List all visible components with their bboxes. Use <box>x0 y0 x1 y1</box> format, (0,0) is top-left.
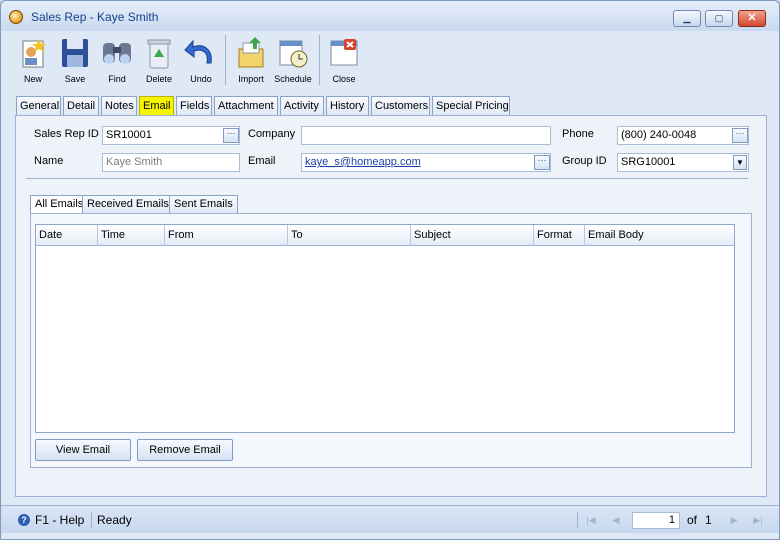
view-email-button[interactable]: View Email <box>35 439 131 461</box>
email-label: Email <box>248 155 276 167</box>
all-emails-panel: Date Time From To Subject Format Email B… <box>30 213 752 468</box>
close-window-button[interactable]: ✕ <box>738 10 766 27</box>
toolbar-separator <box>225 35 226 85</box>
status-text: Ready <box>97 513 132 527</box>
phone-input[interactable]: (800) 240-0048 <box>617 126 749 145</box>
toolbar: New Save Find Delete Undo Import Schedul… <box>11 33 771 91</box>
new-button[interactable]: New <box>11 33 55 87</box>
column-date[interactable]: Date <box>36 225 98 246</box>
company-label: Company <box>248 128 296 140</box>
tab-attachment[interactable]: Attachment <box>214 96 278 116</box>
tab-general[interactable]: General <box>16 96 61 116</box>
name-input[interactable]: Kaye Smith <box>102 153 240 172</box>
tab-notes[interactable]: Notes <box>101 96 137 116</box>
email-panel: Sales Rep ID SR10001 ··· Company Phone (… <box>15 115 767 497</box>
tab-detail[interactable]: Detail <box>63 96 99 116</box>
sales-rep-id-input[interactable]: SR10001 <box>102 126 240 145</box>
column-from[interactable]: From <box>165 225 288 246</box>
emails-grid[interactable]: Date Time From To Subject Format Email B… <box>35 224 735 433</box>
status-bar: ? F1 - Help Ready |◀ ◀ 1 of 1 ▶ ▶| <box>1 505 779 533</box>
chevron-down-icon[interactable]: ▼ <box>733 155 747 170</box>
column-to[interactable]: To <box>288 225 411 246</box>
sales-rep-window: Sales Rep - Kaye Smith ▁ ▢ ✕ New Save Fi… <box>0 0 780 540</box>
new-icon <box>22 39 46 68</box>
schedule-icon <box>279 40 308 68</box>
tab-activity[interactable]: Activity <box>280 96 324 116</box>
name-label: Name <box>34 155 64 167</box>
find-button[interactable]: Find <box>95 33 139 87</box>
of-label: of <box>687 513 698 527</box>
window-title: Sales Rep - Kaye Smith <box>31 10 159 24</box>
tab-customers[interactable]: Customers <box>371 96 430 116</box>
sales-rep-id-label: Sales Rep ID <box>34 128 99 140</box>
delete-icon <box>147 39 171 69</box>
import-icon <box>238 37 264 68</box>
help-icon: ? <box>18 514 30 526</box>
undo-icon <box>184 39 212 64</box>
schedule-button[interactable]: Schedule <box>271 33 315 87</box>
tab-all-emails[interactable]: All Emails <box>30 195 89 214</box>
help-text[interactable]: F1 - Help <box>35 513 84 527</box>
group-id-select[interactable]: SRG10001 <box>617 153 749 172</box>
tab-history[interactable]: History <box>326 96 369 116</box>
delete-button[interactable]: Delete <box>137 33 181 87</box>
phone-label: Phone <box>562 128 594 140</box>
import-button[interactable]: Import <box>229 33 273 87</box>
tab-email[interactable]: Email <box>139 96 174 116</box>
column-time[interactable]: Time <box>98 225 165 246</box>
close-icon <box>330 39 358 66</box>
next-page-icon[interactable]: ▶ <box>727 514 741 526</box>
status-separator <box>577 512 578 528</box>
column-format[interactable]: Format <box>534 225 585 246</box>
phone-lookup-button[interactable]: ··· <box>732 128 748 143</box>
column-email-body[interactable]: Email Body <box>585 225 733 246</box>
toolbar-separator <box>319 35 320 85</box>
save-button[interactable]: Save <box>53 33 97 87</box>
tab-fields[interactable]: Fields <box>176 96 212 116</box>
tab-received-emails[interactable]: Received Emails <box>82 195 174 214</box>
first-page-icon[interactable]: |◀ <box>584 514 598 526</box>
company-input[interactable] <box>301 126 551 145</box>
status-separator <box>91 512 92 528</box>
group-id-label: Group ID <box>562 155 607 167</box>
find-icon <box>103 43 131 64</box>
minimize-button[interactable]: ▁ <box>673 10 701 27</box>
column-subject[interactable]: Subject <box>411 225 534 246</box>
save-icon <box>62 39 88 67</box>
previous-page-icon[interactable]: ◀ <box>609 514 623 526</box>
email-input[interactable]: kaye_s@homeapp.com <box>301 153 551 172</box>
undo-button[interactable]: Undo <box>179 33 223 87</box>
total-pages: 1 <box>705 513 712 527</box>
close-button[interactable]: Close <box>322 33 366 87</box>
email-lookup-button[interactable]: ··· <box>534 155 550 170</box>
grid-header: Date Time From To Subject Format Email B… <box>36 225 734 246</box>
title-bar: Sales Rep - Kaye Smith ▁ ▢ ✕ <box>1 1 779 31</box>
app-icon <box>9 10 23 24</box>
remove-email-button[interactable]: Remove Email <box>137 439 233 461</box>
last-page-icon[interactable]: ▶| <box>751 514 765 526</box>
tab-sent-emails[interactable]: Sent Emails <box>169 195 238 214</box>
divider <box>26 178 748 179</box>
sales-rep-id-lookup-button[interactable]: ··· <box>223 128 239 143</box>
maximize-button[interactable]: ▢ <box>705 10 733 27</box>
tab-special-pricing[interactable]: Special Pricing <box>432 96 510 116</box>
page-number-input[interactable]: 1 <box>632 512 680 529</box>
